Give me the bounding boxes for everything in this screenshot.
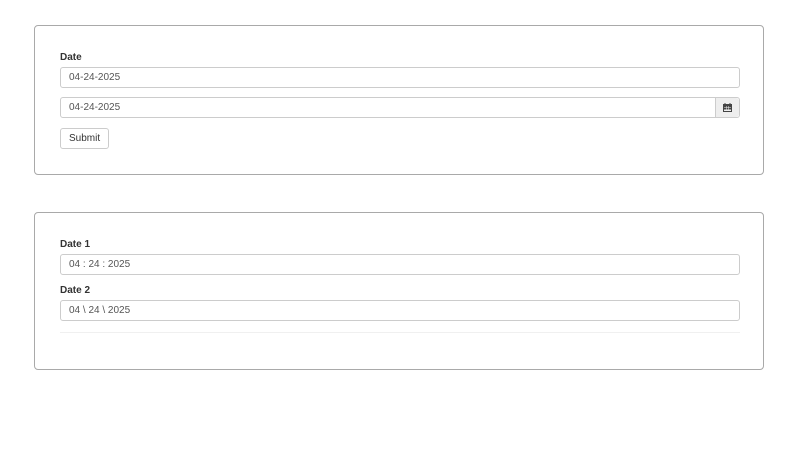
date2-field[interactable]	[60, 300, 740, 321]
calendar-button[interactable]	[715, 98, 739, 117]
date2-label: Date 2	[60, 285, 91, 296]
date-inputs-panel: Date 1 Date 2	[34, 212, 764, 370]
date-picker-input[interactable]	[61, 98, 715, 117]
date-label: Date	[60, 52, 82, 63]
date-input-field[interactable]	[60, 67, 740, 88]
date-form-panel: Date Submit	[34, 25, 764, 175]
date2-input[interactable]	[61, 301, 739, 320]
date-picker-field[interactable]	[60, 97, 740, 118]
date1-input[interactable]	[61, 255, 739, 274]
date1-field[interactable]	[60, 254, 740, 275]
date1-label: Date 1	[60, 239, 91, 250]
divider	[60, 332, 740, 333]
submit-button[interactable]: Submit	[60, 128, 110, 149]
calendar-icon	[723, 103, 732, 112]
date-input[interactable]	[61, 68, 739, 87]
